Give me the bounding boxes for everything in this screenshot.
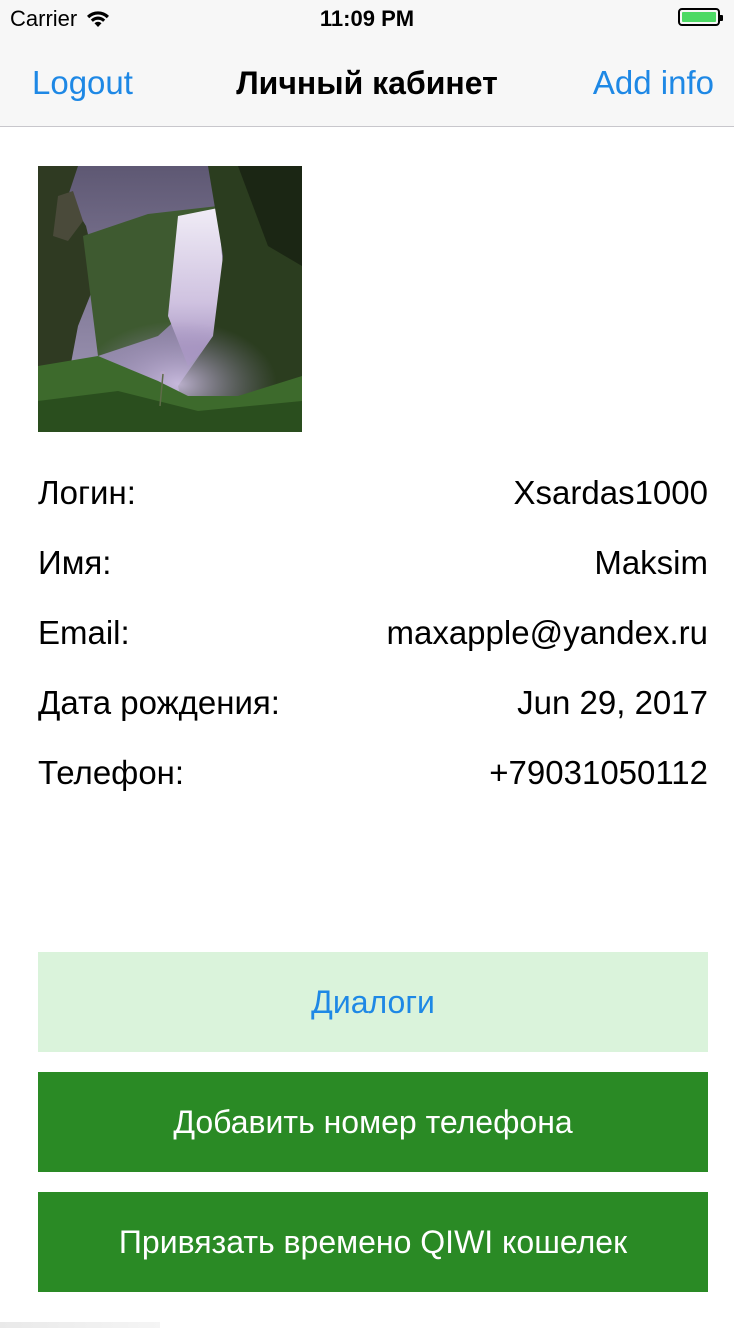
- email-value: maxapple@yandex.ru: [386, 614, 708, 651]
- navigation-bar: Logout Личный кабинет Add info: [0, 38, 734, 127]
- info-row-login: Логин: Xsardas1000: [38, 474, 708, 518]
- info-row-phone: Телефон: +79031050112: [38, 754, 708, 798]
- add-phone-button[interactable]: Добавить номер телефона: [38, 1072, 708, 1172]
- info-row-email: Email: maxapple@yandex.ru: [38, 614, 708, 658]
- profile-photo: [38, 166, 302, 432]
- phone-value: +79031050112: [489, 754, 708, 791]
- battery-icon: [678, 8, 723, 26]
- login-label: Логин:: [38, 474, 136, 511]
- dialogs-button[interactable]: Диалоги: [38, 952, 708, 1052]
- birthdate-label: Дата рождения:: [38, 684, 280, 721]
- add-info-button[interactable]: Add info: [593, 64, 714, 102]
- link-qiwi-wallet-button[interactable]: Привязать времено QIWI кошелек: [38, 1192, 708, 1292]
- bottom-edge-shadow: [0, 1322, 160, 1328]
- info-row-birthdate: Дата рождения: Jun 29, 2017: [38, 684, 708, 728]
- name-label: Имя:: [38, 544, 112, 581]
- email-label: Email:: [38, 614, 130, 651]
- name-value: Maksim: [594, 544, 708, 581]
- info-row-name: Имя: Maksim: [38, 544, 708, 588]
- login-value: Xsardas1000: [513, 474, 708, 511]
- status-bar: Carrier 11:09 PM: [0, 0, 734, 38]
- phone-label: Телефон:: [38, 754, 185, 791]
- status-time: 11:09 PM: [319, 6, 415, 31]
- birthdate-value: Jun 29, 2017: [517, 684, 708, 721]
